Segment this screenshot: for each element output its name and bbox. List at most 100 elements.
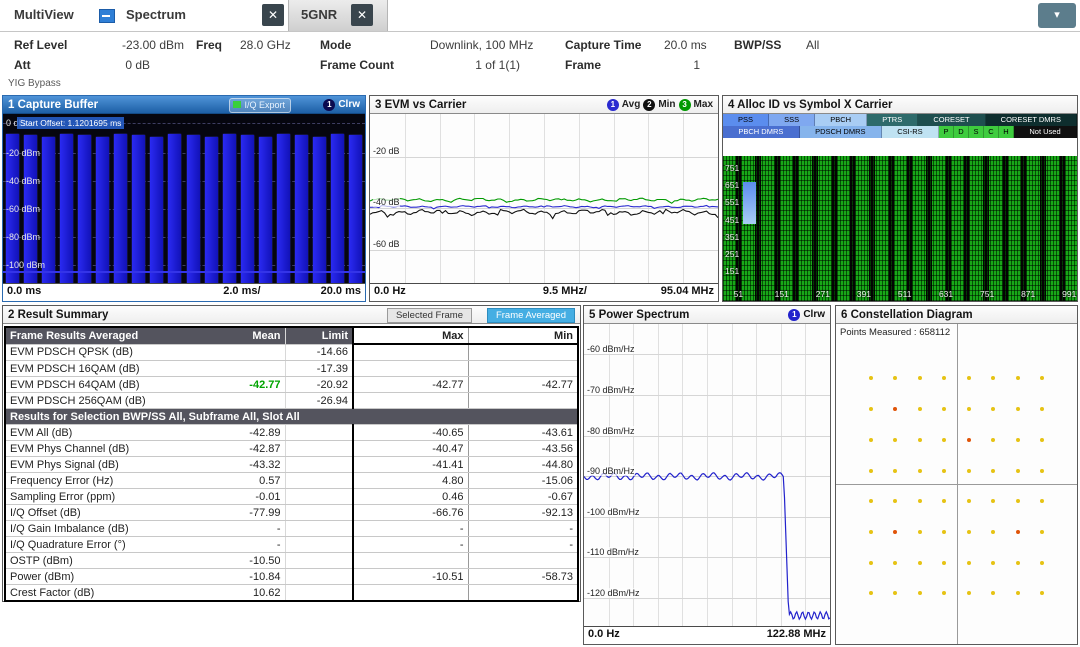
alloc-grid-chart[interactable]: 7516515514513512511515115127139151163175… bbox=[723, 156, 1077, 301]
trace-svg bbox=[370, 114, 718, 284]
alloc-x-tick-label: 271 bbox=[816, 289, 830, 299]
panel-result-summary[interactable]: 2 Result Summary Selected Frame Frame Av… bbox=[2, 305, 581, 602]
table-cell: -17.39 bbox=[285, 361, 353, 377]
tab-frame-averaged[interactable]: Frame Averaged bbox=[487, 308, 575, 323]
y-tick-label: -70 dBm/Hz bbox=[587, 385, 635, 395]
table-cell: EVM PDSCH 256QAM (dB) bbox=[5, 393, 209, 409]
alloc-y-tick-label: 751 bbox=[725, 163, 739, 173]
constellation-point bbox=[942, 561, 946, 565]
power-spectrum-chart[interactable]: -60 dBm/Hz-70 dBm/Hz-80 dBm/Hz-90 dBm/Hz… bbox=[584, 324, 830, 627]
evm-vs-carrier-chart[interactable]: -20 dB-40 dB-60 dB bbox=[370, 114, 718, 284]
table-cell bbox=[353, 344, 468, 361]
trace-legend-capture[interactable]: 1 Clrw bbox=[323, 98, 360, 112]
table-cell: EVM PDSCH 64QAM (dB) bbox=[5, 377, 209, 393]
panel-alloc-id[interactable]: 4 Alloc ID vs Symbol X Carrier PSSSSSPBC… bbox=[722, 95, 1078, 302]
att-value: 0 dB bbox=[84, 58, 150, 72]
table-cell: -44.80 bbox=[468, 457, 578, 473]
trace-mode-label: Min bbox=[658, 96, 675, 114]
table-row: Sampling Error (ppm)-0.010.46-0.67 bbox=[5, 489, 578, 505]
table-cell bbox=[353, 361, 468, 377]
section-label: Results for Selection BWP/SS All, Subfra… bbox=[5, 409, 578, 425]
panel-power-spectrum[interactable]: 5 Power Spectrum 1 Clrw -60 dBm/Hz-70 dB… bbox=[583, 305, 831, 645]
constellation-point bbox=[991, 469, 995, 473]
table-cell: EVM PDSCH 16QAM (dB) bbox=[5, 361, 209, 377]
panel-title: 6 Constellation Diagram bbox=[841, 309, 973, 321]
table-cell: - bbox=[353, 537, 468, 553]
tab-multiview[interactable]: MultiView bbox=[14, 7, 74, 22]
panel-constellation[interactable]: 6 Constellation Diagram Points Measured … bbox=[835, 305, 1078, 645]
power-x-axis: 0.0 Hz 122.88 MHz bbox=[584, 626, 830, 644]
panel-capture-buffer[interactable]: 1 Capture Buffer I/Q Export 1 Clrw 0 dBm… bbox=[2, 95, 366, 302]
panel-capture-buffer-header[interactable]: 1 Capture Buffer I/Q Export 1 Clrw bbox=[3, 96, 365, 114]
constellation-point bbox=[869, 561, 873, 565]
x-axis-stop: 122.88 MHz bbox=[767, 628, 826, 640]
att-label: Att bbox=[14, 58, 31, 72]
table-cell: - bbox=[209, 537, 285, 553]
capture-buffer-chart[interactable]: 0 dBm-20 dBm-40 dBm-60 dBm-80 dBm-100 dB… bbox=[3, 114, 365, 284]
tab-5gnr[interactable]: 5GNR ✕ bbox=[288, 0, 388, 31]
table-cell: I/Q Gain Imbalance (dB) bbox=[5, 521, 209, 537]
tab-selected-frame[interactable]: Selected Frame bbox=[387, 308, 472, 323]
trace-legend-power[interactable]: 1 Clrw bbox=[788, 308, 825, 322]
mode-label: Mode bbox=[320, 38, 351, 52]
freq-value: 28.0 GHz bbox=[240, 38, 291, 52]
alloc-y-tick-label: 551 bbox=[725, 197, 739, 207]
panel-result-header[interactable]: 2 Result Summary Selected Frame Frame Av… bbox=[3, 306, 580, 324]
panel-evm-vs-carrier[interactable]: 3 EVM vs Carrier 1Avg2Min3Max -20 dB-40 … bbox=[369, 95, 719, 302]
alloc-y-tick-label: 251 bbox=[725, 249, 739, 259]
trace-path bbox=[370, 198, 718, 203]
table-cell: Frequency Error (Hz) bbox=[5, 473, 209, 489]
evm-trace-legend[interactable]: 1Avg2Min3Max bbox=[607, 98, 713, 112]
frame-count-label: Frame Count bbox=[320, 58, 394, 72]
panel-evm-header[interactable]: 3 EVM vs Carrier 1Avg2Min3Max bbox=[370, 96, 718, 114]
spectrum-channel-icon bbox=[99, 9, 115, 23]
panel-constellation-header[interactable]: 6 Constellation Diagram bbox=[836, 306, 1077, 324]
table-row: EVM All (dB)-42.89-40.65-43.61 bbox=[5, 425, 578, 441]
close-spectrum-icon[interactable]: ✕ bbox=[262, 4, 284, 26]
constellation-point bbox=[942, 376, 946, 380]
constellation-point bbox=[991, 591, 995, 595]
y-tick-label: -100 dBm bbox=[6, 260, 45, 270]
tab-spectrum[interactable]: Spectrum bbox=[126, 7, 186, 22]
table-cell: 0.46 bbox=[353, 489, 468, 505]
constellation-point bbox=[967, 530, 971, 534]
capture-burst bbox=[349, 135, 362, 284]
table-cell bbox=[468, 344, 578, 361]
table-row: EVM PDSCH 64QAM (dB)-42.77-20.92-42.77-4… bbox=[5, 377, 578, 393]
trace-path bbox=[370, 205, 718, 208]
y-tick-label: -60 dB bbox=[373, 239, 400, 249]
table-cell: -92.13 bbox=[468, 505, 578, 521]
constellation-point bbox=[967, 376, 971, 380]
constellation-point bbox=[1016, 530, 1020, 534]
constellation-point bbox=[991, 407, 995, 411]
table-cell bbox=[468, 393, 578, 409]
constellation-point bbox=[918, 438, 922, 442]
constellation-point bbox=[967, 438, 971, 442]
constellation-point bbox=[1040, 591, 1044, 595]
capture-burst bbox=[114, 134, 127, 284]
close-5gnr-icon[interactable]: ✕ bbox=[351, 4, 373, 26]
table-cell bbox=[285, 441, 353, 457]
constellation-point bbox=[1040, 530, 1044, 534]
table-cell: - bbox=[353, 521, 468, 537]
constellation-point bbox=[1016, 407, 1020, 411]
x-axis-scale: 9.5 MHz/ bbox=[543, 285, 587, 297]
constellation-point bbox=[1040, 469, 1044, 473]
trace-number-badge: 1 bbox=[607, 99, 619, 111]
constellation-point bbox=[991, 438, 995, 442]
toolbar-dropdown-button[interactable]: ▾ bbox=[1038, 3, 1076, 28]
constellation-x-axis bbox=[836, 484, 1077, 485]
y-tick-label: -100 dBm/Hz bbox=[587, 507, 640, 517]
trace-path bbox=[370, 209, 718, 218]
panel-alloc-header[interactable]: 4 Alloc ID vs Symbol X Carrier bbox=[723, 96, 1077, 114]
table-cell: -42.87 bbox=[209, 441, 285, 457]
table-cell: -43.32 bbox=[209, 457, 285, 473]
table-cell: EVM All (dB) bbox=[5, 425, 209, 441]
constellation-chart[interactable]: Points Measured : 658112 bbox=[836, 324, 1077, 644]
table-cell: EVM Phys Signal (dB) bbox=[5, 457, 209, 473]
constellation-point bbox=[869, 499, 873, 503]
table-row: EVM PDSCH 256QAM (dB)-26.94 bbox=[5, 393, 578, 409]
iq-export-button[interactable]: I/Q Export bbox=[229, 98, 291, 113]
tab-bar: MultiView Spectrum ✕ 5GNR ✕ ▾ bbox=[0, 0, 1080, 32]
panel-power-header[interactable]: 5 Power Spectrum 1 Clrw bbox=[584, 306, 830, 324]
